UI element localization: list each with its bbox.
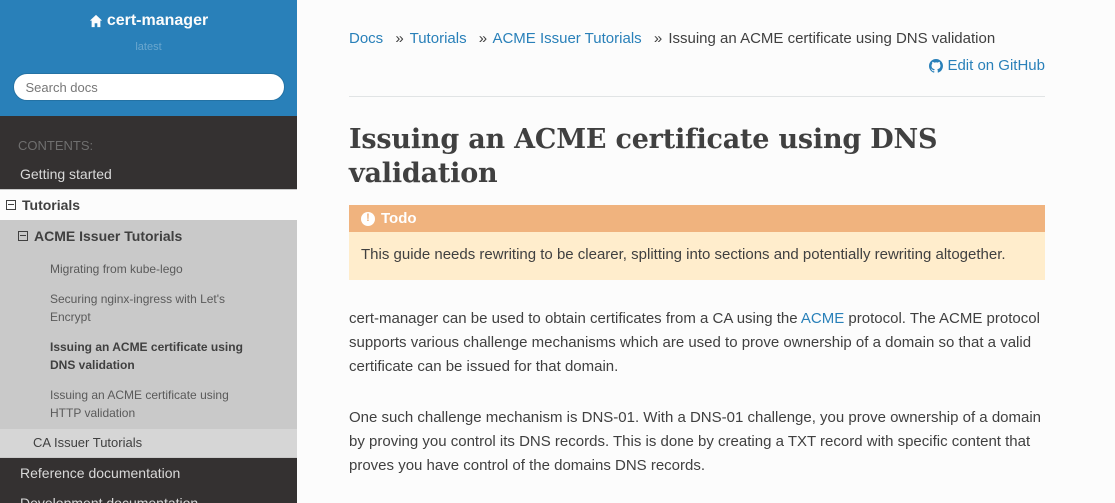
admonition-title-text: Todo bbox=[381, 210, 417, 227]
sidebar-item-reference[interactable]: Reference documentation bbox=[0, 458, 297, 488]
sidebar-item-label: ACME Issuer Tutorials bbox=[34, 228, 183, 244]
sidebar-header: cert-manager latest bbox=[0, 0, 297, 116]
paragraph-text: cert-manager can be used to obtain certi… bbox=[349, 310, 801, 327]
sidebar-item-issuing-dns[interactable]: Issuing an ACME certificate using DNS va… bbox=[0, 332, 297, 380]
collapse-icon[interactable] bbox=[6, 200, 16, 210]
tutorials-subtree: ACME Issuer Tutorials Migrating from kub… bbox=[0, 221, 297, 428]
sidebar-item-acme-issuer-tutorials[interactable]: ACME Issuer Tutorials bbox=[0, 221, 297, 251]
brand-link[interactable]: cert-manager bbox=[89, 12, 208, 30]
collapse-icon[interactable] bbox=[18, 231, 28, 241]
brand-name: cert-manager bbox=[106, 12, 209, 29]
acme-link[interactable]: ACME bbox=[801, 310, 844, 327]
intro-paragraph: cert-manager can be used to obtain certi… bbox=[349, 307, 1045, 379]
admonition-body: This guide needs rewriting to be clearer… bbox=[361, 246, 1006, 263]
search-input[interactable] bbox=[12, 73, 285, 101]
admonition-title: ! Todo bbox=[349, 205, 1045, 232]
page-title: Issuing an ACME certificate using DNS va… bbox=[349, 124, 938, 189]
sidebar-item-ca-issuer-tutorials[interactable]: CA Issuer Tutorials bbox=[0, 428, 297, 458]
breadcrumb-docs[interactable]: Docs bbox=[349, 30, 383, 47]
breadcrumb-tutorials[interactable]: Tutorials bbox=[410, 30, 467, 47]
breadcrumb-acme[interactable]: ACME Issuer Tutorials bbox=[492, 30, 641, 47]
home-icon bbox=[89, 14, 102, 28]
breadcrumb-separator: » bbox=[478, 30, 488, 47]
todo-admonition: ! Todo This guide needs rewriting to be … bbox=[349, 205, 1045, 280]
sidebar-item-development[interactable]: Development documentation bbox=[0, 488, 297, 503]
exclamation-icon: ! bbox=[361, 211, 375, 226]
sidebar-item-securing-nginx[interactable]: Securing nginx-ingress with Let's Encryp… bbox=[0, 284, 297, 332]
breadcrumb-separator: » bbox=[653, 30, 663, 47]
edit-row: Edit on GitHub bbox=[349, 56, 1045, 79]
sidebar-item-tutorials[interactable]: Tutorials bbox=[0, 189, 297, 221]
version-label: latest bbox=[135, 41, 162, 53]
edit-link-label: Edit on GitHub bbox=[947, 57, 1045, 74]
header-divider bbox=[349, 96, 1045, 97]
github-icon bbox=[929, 59, 944, 73]
edit-on-github-link[interactable]: Edit on GitHub bbox=[929, 56, 1045, 76]
breadcrumb-separator: » bbox=[395, 30, 404, 47]
breadcrumb-current: Issuing an ACME certificate using DNS va… bbox=[668, 30, 996, 47]
sidebar-item-getting-started[interactable]: Getting started bbox=[0, 159, 297, 189]
contents-caption: CONTENTS: bbox=[18, 138, 94, 153]
dns01-paragraph: One such challenge mechanism is DNS-01. … bbox=[349, 409, 1042, 474]
sidebar-item-issuing-http[interactable]: Issuing an ACME certificate using HTTP v… bbox=[0, 380, 297, 428]
breadcrumb: Docs » Tutorials » ACME Issuer Tutorials… bbox=[349, 30, 1045, 48]
sidebar-item-label: Tutorials bbox=[22, 197, 81, 213]
sidebar: cert-manager latest CONTENTS: Getting st… bbox=[0, 0, 297, 503]
sidebar-item-migrating[interactable]: Migrating from kube-lego bbox=[0, 251, 297, 284]
main-content: Docs » Tutorials » ACME Issuer Tutorials… bbox=[297, 0, 1115, 503]
